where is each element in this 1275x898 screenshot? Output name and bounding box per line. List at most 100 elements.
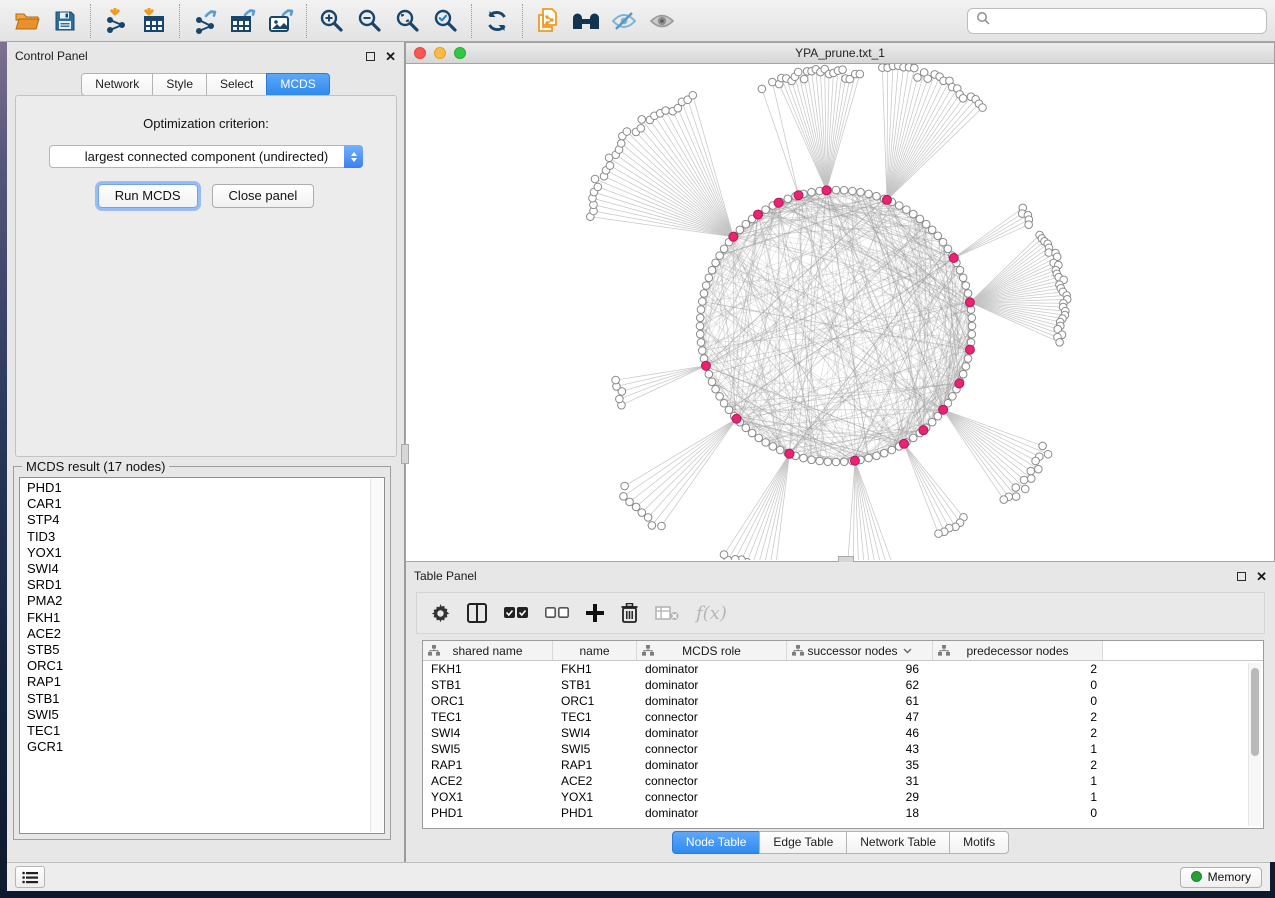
column-header-mcds-role[interactable]: MCDS role (637, 641, 787, 660)
table-cell: SWI5 (553, 741, 637, 757)
export-table-button[interactable] (224, 4, 262, 38)
sort-descending-icon (903, 648, 912, 654)
tab-motifs[interactable]: Motifs (949, 831, 1009, 854)
control-panel-header: Control Panel ✕ (7, 42, 404, 70)
table-row[interactable]: SWI5SWI5connector431 (423, 741, 1263, 757)
list-item[interactable]: SWI4 (27, 561, 384, 577)
table-cell: SWI5 (423, 741, 553, 757)
table-row[interactable]: SWI4SWI4dominator462 (423, 725, 1263, 741)
table-cell: 46 (787, 725, 933, 741)
column-header-predecessor-nodes[interactable]: predecessor nodes (933, 641, 1103, 660)
list-item[interactable]: GCR1 (27, 739, 384, 755)
mcds-result-items: PHD1CAR1STP4TID3YOX1SWI4SRD1PMA2FKH1ACE2… (20, 478, 384, 755)
list-item[interactable]: PMA2 (27, 593, 384, 609)
table-scrollbar[interactable] (1248, 663, 1261, 826)
run-mcds-button[interactable]: Run MCDS (98, 184, 198, 208)
table-row[interactable]: RAP1RAP1dominator352 (423, 757, 1263, 773)
list-item[interactable]: ACE2 (27, 626, 384, 642)
mcds-result-title: MCDS result (17 nodes) (22, 459, 169, 474)
tab-network[interactable]: Network (81, 73, 153, 96)
table-row[interactable]: FKH1FKH1dominator962 (423, 661, 1263, 677)
table-row[interactable]: PHD1PHD1dominator180 (423, 805, 1263, 821)
network-window-titlebar[interactable]: YPA_prune.txt_1 (405, 42, 1275, 64)
zoom-in-button[interactable] (313, 4, 351, 38)
tab-network-table[interactable]: Network Table (846, 831, 950, 854)
zoom-selected-button[interactable] (427, 4, 465, 38)
tab-select[interactable]: Select (206, 73, 267, 96)
copy-network-button[interactable] (529, 4, 567, 38)
tab-style[interactable]: Style (152, 73, 207, 96)
zoom-in-icon (319, 8, 345, 34)
open-button[interactable] (8, 4, 46, 38)
table-row[interactable]: YOX1YOX1connector291 (423, 789, 1263, 805)
save-button[interactable] (46, 4, 84, 38)
list-item[interactable]: TEC1 (27, 723, 384, 739)
list-item[interactable]: SRD1 (27, 577, 384, 593)
table-panel-header: Table Panel ✕ (406, 562, 1275, 590)
table-cell: 43 (787, 741, 933, 757)
table-row[interactable]: ORC1ORC1dominator610 (423, 693, 1263, 709)
table-cell: SWI4 (553, 725, 637, 741)
table-row[interactable]: TEC1TEC1connector472 (423, 709, 1263, 725)
import-table-button[interactable] (135, 4, 173, 38)
delete-column-button[interactable] (621, 603, 638, 623)
column-header-successor-nodes[interactable]: successor nodes (787, 641, 933, 660)
export-network-button[interactable] (186, 4, 224, 38)
table-cell: PHD1 (423, 805, 553, 821)
list-item[interactable]: SWI5 (27, 707, 384, 723)
clear-table-button-disabled[interactable] (655, 605, 679, 621)
close-panel-icon[interactable]: ✕ (1256, 570, 1267, 583)
mcds-result-list[interactable]: PHD1CAR1STP4TID3YOX1SWI4SRD1PMA2FKH1ACE2… (19, 477, 385, 834)
list-item[interactable]: ORC1 (27, 658, 384, 674)
tab-edge-table[interactable]: Edge Table (759, 831, 847, 854)
table-settings-button[interactable] (431, 604, 450, 623)
list-item[interactable]: CAR1 (27, 496, 384, 512)
memory-button[interactable]: Memory (1180, 867, 1262, 888)
show-columns-button[interactable] (467, 603, 487, 623)
search-input[interactable] (996, 14, 1258, 28)
list-item[interactable]: STB1 (27, 691, 384, 707)
table-cell: dominator (637, 757, 787, 773)
split-handle-vertical[interactable] (401, 444, 409, 464)
list-item[interactable]: YOX1 (27, 545, 384, 561)
add-column-button[interactable] (586, 604, 604, 622)
criterion-dropdown[interactable]: largest connected component (undirected) (49, 145, 363, 168)
function-builder-button-disabled[interactable]: f(x) (696, 603, 727, 624)
show-log-button[interactable] (15, 866, 45, 888)
network-search-field[interactable] (967, 8, 1267, 34)
result-list-scrollbar[interactable] (370, 479, 383, 832)
table-toolbar: f(x) (416, 592, 1265, 634)
float-panel-icon[interactable] (1237, 572, 1246, 581)
table-cell: ACE2 (423, 773, 553, 789)
network-view-window: YPA_prune.txt_1 (405, 42, 1275, 562)
list-item[interactable]: STP4 (27, 512, 384, 528)
column-header-name[interactable]: name (553, 641, 637, 660)
list-item[interactable]: TID3 (27, 529, 384, 545)
table-row[interactable]: ACE2ACE2connector311 (423, 773, 1263, 789)
show-all-button[interactable] (643, 4, 681, 38)
list-item[interactable]: RAP1 (27, 674, 384, 690)
close-panel-button[interactable]: Close panel (212, 184, 315, 208)
table-row[interactable]: STB1STB1dominator620 (423, 677, 1263, 693)
zoom-fit-button[interactable] (389, 4, 427, 38)
hide-selected-button[interactable] (605, 4, 643, 38)
refresh-button[interactable] (478, 4, 516, 38)
network-canvas[interactable] (405, 64, 1275, 562)
import-network-button[interactable] (97, 4, 135, 38)
column-header-shared-name[interactable]: shared name (423, 641, 553, 660)
table-scrollbar-thumb[interactable] (1251, 668, 1259, 756)
dropdown-stepper-icon (344, 145, 363, 168)
list-item[interactable]: STB5 (27, 642, 384, 658)
deselect-all-button[interactable] (545, 606, 569, 620)
tab-node-table[interactable]: Node Table (672, 831, 761, 854)
tab-mcds[interactable]: MCDS (266, 73, 329, 96)
list-item[interactable]: FKH1 (27, 610, 384, 626)
zoom-out-button[interactable] (351, 4, 389, 38)
select-all-button[interactable] (504, 606, 528, 620)
float-panel-icon[interactable] (366, 52, 375, 61)
table-cell: PHD1 (553, 805, 637, 821)
list-item[interactable]: PHD1 (27, 480, 384, 496)
close-panel-icon[interactable]: ✕ (385, 50, 396, 63)
search-network-button[interactable] (567, 4, 605, 38)
export-image-button[interactable] (262, 4, 300, 38)
